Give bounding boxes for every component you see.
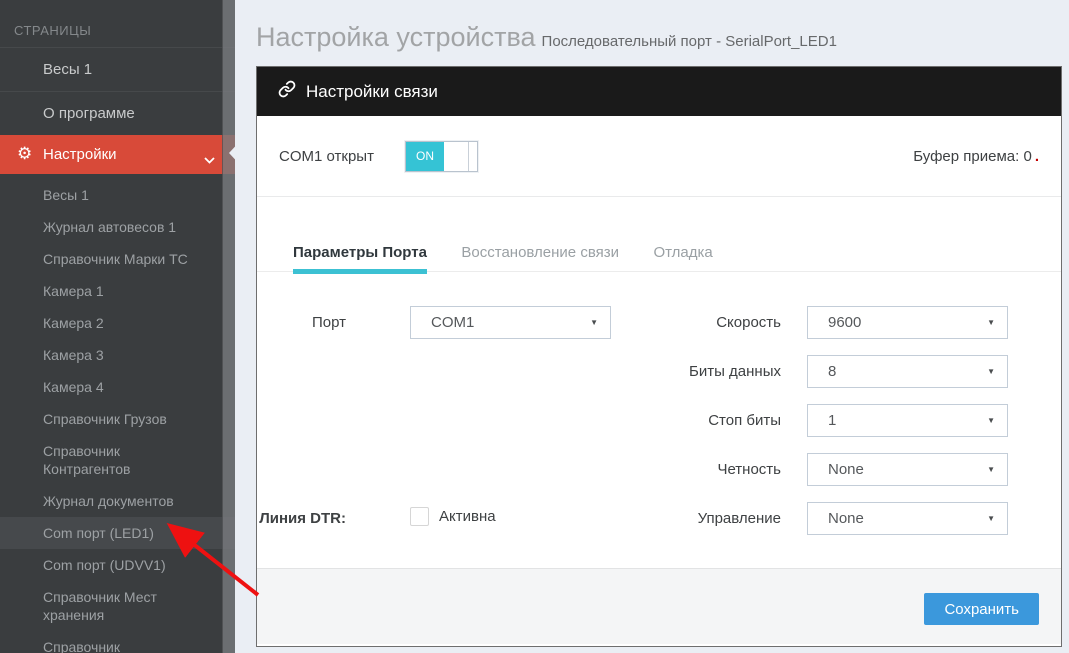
dtr-active-label: Активна: [439, 508, 496, 525]
parity-select-value: None: [828, 461, 864, 478]
page-subtitle: Последовательный порт - SerialPort_LED1: [541, 33, 837, 50]
settings-panel: Настройки связи COM1 открыт ON Буфер при…: [256, 66, 1062, 647]
submenu-item-kamera2[interactable]: Камера 2: [0, 307, 235, 339]
data-bits-select[interactable]: 8 ▼: [807, 355, 1008, 388]
submenu-item-com-port-udvv1[interactable]: Com порт (UDVV1): [0, 549, 235, 581]
submenu-item-zhurnal-dokumentov[interactable]: Журнал документов: [0, 485, 235, 517]
buffer-label: Буфер приема:: [913, 147, 1020, 165]
flow-control-label: Управление: [697, 510, 781, 527]
com1-open-toggle[interactable]: ON: [405, 140, 478, 172]
toggle-handle: [468, 141, 469, 171]
flow-control-select[interactable]: None ▼: [807, 502, 1008, 535]
chevron-down-icon: [204, 150, 215, 169]
dropdown-caret-icon: ▼: [987, 367, 995, 376]
gear-icon: ⚙: [17, 144, 33, 163]
sidebar-scrollbar[interactable]: [222, 0, 235, 653]
submenu-item-kamera1[interactable]: Камера 1: [0, 275, 235, 307]
parity-label: Четность: [717, 461, 781, 478]
stop-bits-select[interactable]: 1 ▼: [807, 404, 1008, 437]
submenu-item-kamera4[interactable]: Камера 4: [0, 371, 235, 403]
stop-bits-select-value: 1: [828, 412, 837, 429]
page-title: Настройка устройства: [256, 22, 536, 52]
main-content: Настройка устройства Последовательный пор…: [235, 0, 1069, 653]
submenu-item-zhurnal-avtovesov[interactable]: Журнал автовесов 1: [0, 211, 235, 243]
tab-debug[interactable]: Отладка: [653, 244, 712, 271]
submenu-item-vesy1[interactable]: Весы 1: [0, 179, 235, 211]
data-bits-select-value: 8: [828, 363, 837, 380]
tab-port-parameters[interactable]: Параметры Порта: [293, 244, 427, 274]
submenu-item-spravochnik-mest-khraneniya[interactable]: Справочник Мест хранения: [0, 581, 235, 631]
dtr-line-label: Линия DTR:: [259, 510, 346, 527]
submenu-item-spravochnik-marki-ts[interactable]: Справочник Марки ТС: [0, 243, 235, 275]
settings-submenu: Весы 1 Журнал автовесов 1 Справочник Мар…: [0, 174, 235, 653]
receive-buffer-status: Буфер приема: 0.: [913, 148, 1039, 165]
buffer-value: 0: [1023, 147, 1032, 165]
tab-connection-recovery[interactable]: Восстановление связи: [461, 244, 619, 271]
dropdown-caret-icon: ▼: [987, 514, 995, 523]
speed-select-value: 9600: [828, 314, 862, 331]
page-head: Настройка устройства Последовательный пор…: [235, 0, 1069, 53]
link-icon: [278, 80, 296, 103]
dtr-active-checkbox[interactable]: [410, 507, 429, 526]
speed-label: Скорость: [716, 314, 781, 331]
toggle-row: COM1 открыт ON Буфер приема: 0.: [257, 116, 1061, 197]
sidebar-item-settings[interactable]: ⚙ Настройки: [0, 135, 235, 174]
port-label: Порт: [311, 314, 346, 331]
panel-footer: Сохранить: [257, 568, 1061, 644]
dropdown-caret-icon: ▼: [590, 318, 598, 327]
sidebar: СТРАНИЦЫ Весы 1 О программе ⚙ Настройки …: [0, 0, 235, 653]
dropdown-caret-icon: ▼: [987, 416, 995, 425]
data-bits-label: Биты данных: [689, 363, 781, 380]
submenu-item-spravochnik-gruzov[interactable]: Справочник Грузов: [0, 403, 235, 435]
submenu-item-spravochnik-transporta[interactable]: Справочник Транспорта: [0, 631, 235, 653]
sidebar-section-label: СТРАНИЦЫ: [14, 23, 92, 38]
dropdown-caret-icon: ▼: [987, 465, 995, 474]
submenu-item-kamera3[interactable]: Камера 3: [0, 339, 235, 371]
toggle-on-segment: ON: [406, 141, 444, 171]
sidebar-item-settings-label: Настройки: [43, 146, 117, 163]
speed-select[interactable]: 9600 ▼: [807, 306, 1008, 339]
flow-control-select-value: None: [828, 510, 864, 527]
com1-open-label: COM1 открыт: [279, 147, 374, 165]
tab-bar: Параметры Порта Восстановление связи Отл…: [257, 197, 1061, 274]
sidebar-item-o-programme[interactable]: О программе: [0, 91, 235, 135]
active-item-notch: [229, 137, 244, 169]
panel-title: Настройки связи: [306, 81, 438, 101]
port-parameters-form: Порт COM1 ▼ Скорость 9600 ▼ Биты данных …: [257, 272, 1061, 568]
port-select[interactable]: COM1 ▼: [410, 306, 611, 339]
save-button[interactable]: Сохранить: [924, 593, 1039, 625]
stop-bits-label: Стоп биты: [708, 412, 781, 429]
submenu-item-spravochnik-kontragentov[interactable]: Справочник Контрагентов: [0, 435, 235, 485]
sidebar-item-vesy1[interactable]: Весы 1: [0, 47, 235, 91]
port-select-value: COM1: [431, 314, 475, 331]
parity-select[interactable]: None ▼: [807, 453, 1008, 486]
panel-header: Настройки связи: [257, 67, 1061, 116]
dropdown-caret-icon: ▼: [987, 318, 995, 327]
buffer-dot: .: [1034, 147, 1039, 165]
submenu-item-com-port-led1[interactable]: Com порт (LED1): [0, 517, 235, 549]
